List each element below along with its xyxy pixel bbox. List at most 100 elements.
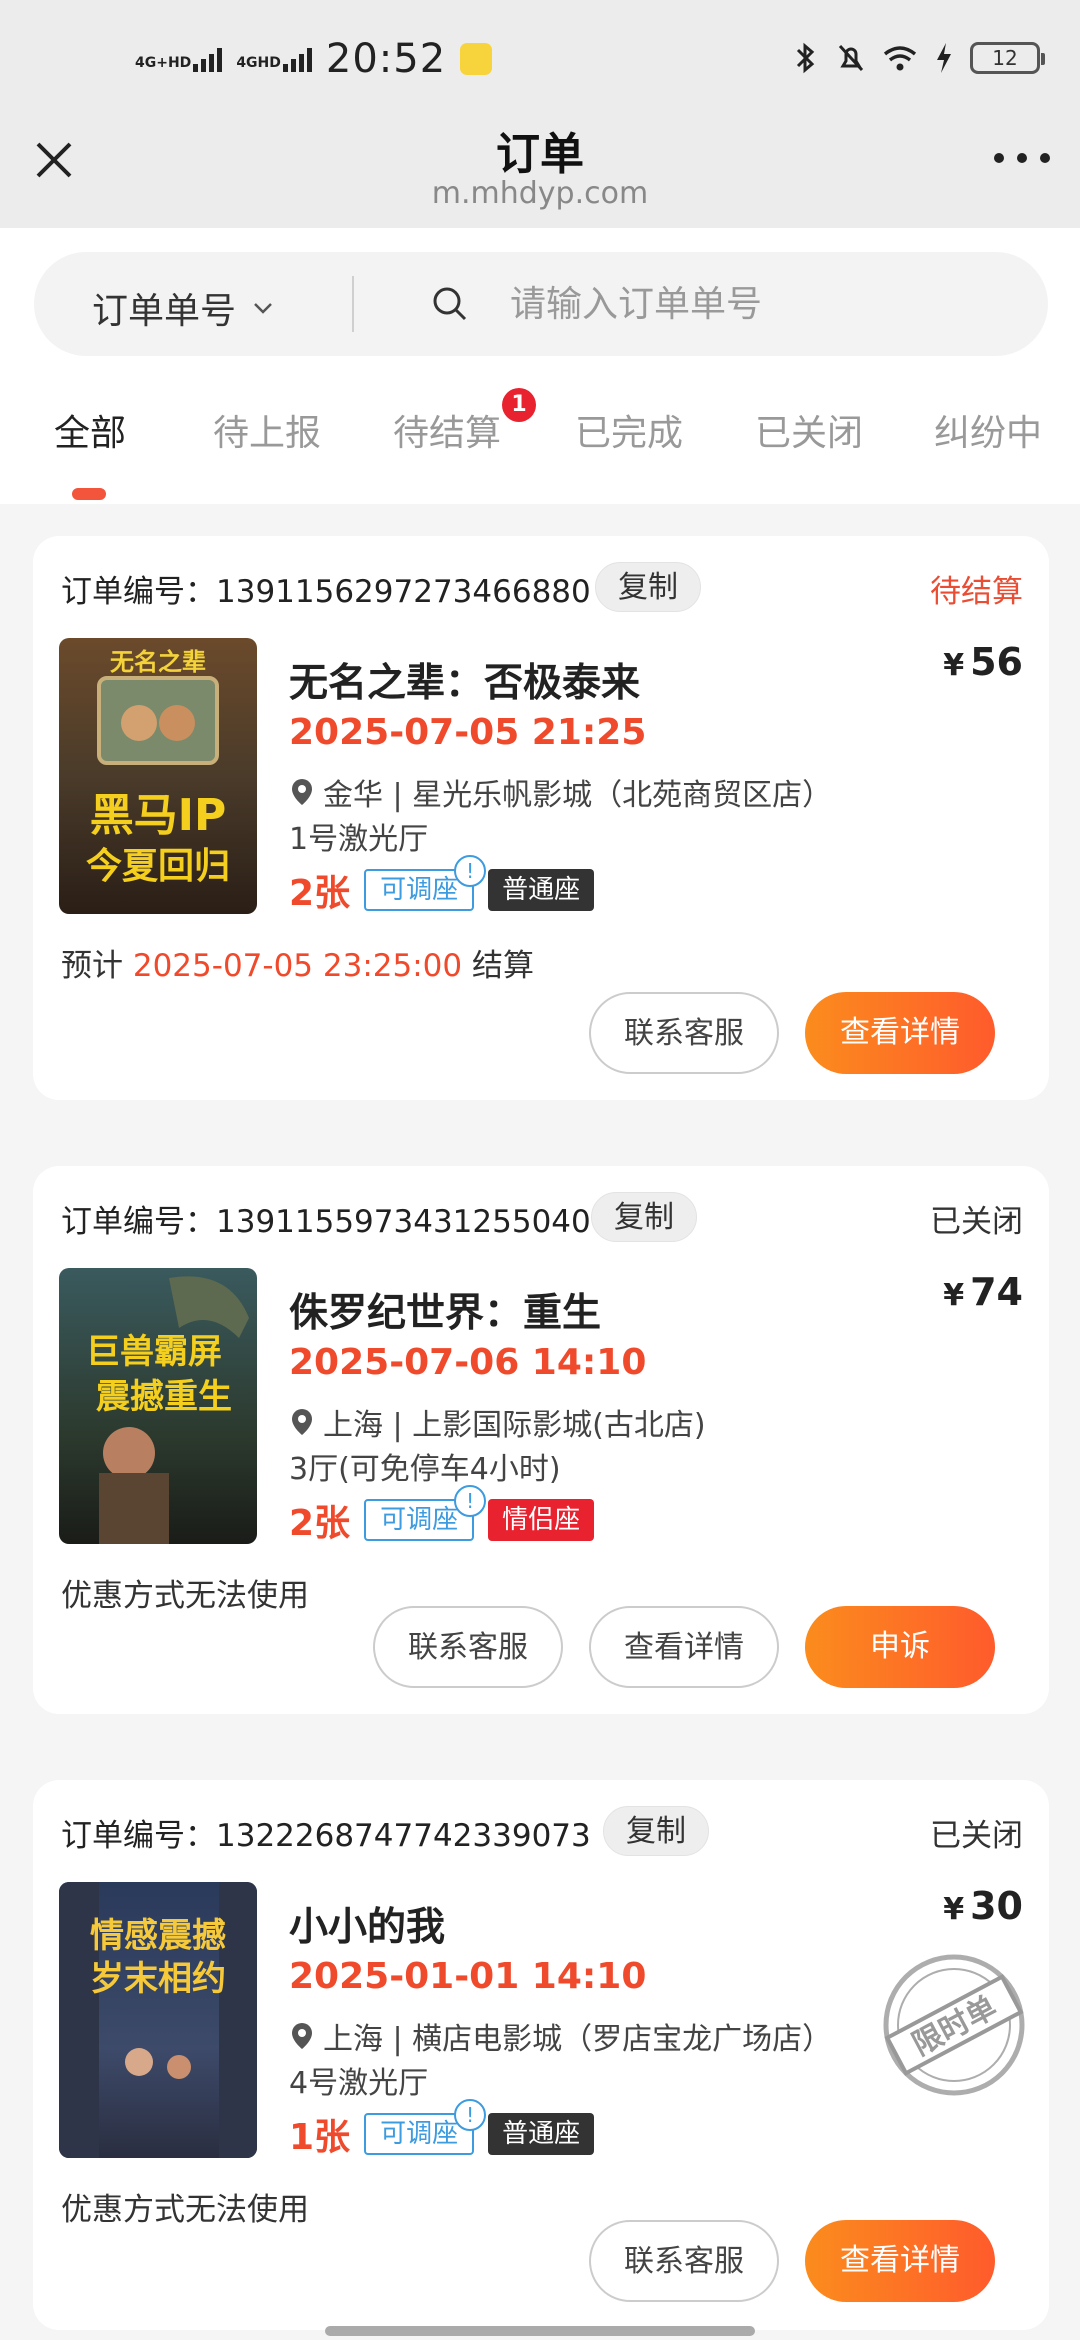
order-number: 订单编号：1322268747742339073 [61,1818,591,1854]
location-text: 上海 | 上影国际影城(古北店) [323,1408,706,1443]
copy-button[interactable]: 复制 [595,562,701,612]
status-bar: 4G+HD 4GHD 20:52 12 [0,0,1080,118]
more-options-icon[interactable] [994,148,1050,168]
order-price: ¥74 [943,1270,1023,1314]
order-number-input[interactable] [510,274,1010,334]
ticket-count: 1张 [289,2117,351,2158]
showtime: 2025-07-05 21:25 [289,712,647,753]
discount-note: 优惠方式无法使用 [61,1578,309,1614]
info-icon[interactable]: ! [454,855,487,887]
seat-type-tag: 普通座 [488,869,595,911]
poster-slogan-1: 情感震撼 [90,1916,226,1956]
settlement-time: 2025-07-05 23:25:00 [132,948,463,984]
location-pin-icon [292,2023,312,2049]
movie-title: 小小的我 [289,1905,446,1950]
adjustable-seat-tag[interactable]: 可调座! [364,855,487,911]
poster-title: 无名之辈 [110,648,206,676]
order-status: 已关闭 [930,1204,1023,1240]
poster-slogan-2: 今夏回归 [86,846,230,887]
adjustable-seat-label: 可调座 [380,2119,459,2149]
ticket-count: 2张 [289,873,351,914]
seat-type-tag: 情侣座 [488,1499,595,1541]
info-icon[interactable]: ! [454,2099,487,2131]
seat-type-tag: 普通座 [488,2113,595,2155]
contact-service-button[interactable]: 联系客服 [373,1606,563,1688]
wifi-icon [883,46,917,71]
tab-pending-settlement[interactable]: 待结算 [393,404,501,456]
hall-name: 3厅(可免停车4小时) [289,1452,561,1487]
order-number: 订单编号：1391156297273466880 [61,574,591,610]
mute-bell-icon [838,44,864,72]
network-label-2: 4GHD [236,55,281,71]
hall-name: 1号激光厅 [289,822,429,857]
home-indicator[interactable] [325,2326,755,2336]
location-text: 上海 | 横店电影城（罗店宝龙广场店） [323,2022,833,2057]
adjustable-seat-tag[interactable]: 可调座! [364,1485,487,1541]
appeal-button[interactable]: 申诉 [805,1606,995,1688]
order-tabs: 全部 待上报 待结算 1 已完成 已关闭 纠纷中 [0,388,1080,504]
bluetooth-icon [796,42,815,74]
note-suffix: 结算 [462,948,534,984]
movie-poster[interactable]: 情感震撼 岁末相约 [59,1882,257,2158]
view-details-button[interactable]: 查看详情 [805,2220,995,2302]
currency-symbol: ¥ [943,1278,965,1313]
location-pin-icon [292,1409,312,1435]
search-icon [433,287,467,321]
contact-service-button[interactable]: 联系客服 [589,992,779,1074]
adjustable-seat-tag[interactable]: 可调座! [364,2099,487,2155]
showtime: 2025-01-01 14:10 [289,1956,647,1997]
tab-pending-report[interactable]: 待上报 [213,404,321,456]
poster-slogan-1: 巨兽霸屏 [86,1332,222,1372]
adjustable-seat-label: 可调座 [380,1505,459,1535]
settlement-note: 预计 2025-07-05 23:25:00 结算 [61,940,534,985]
active-tab-indicator [72,488,106,500]
order-status: 待结算 [930,574,1023,610]
showtime: 2025-07-06 14:10 [289,1342,647,1383]
page-url: m.mhdyp.com [431,176,649,211]
order-card: 订单编号：1391155973431255040 复制 已关闭 巨兽霸屏 震撼重… [33,1166,1049,1714]
network-label-1: 4G+HD [135,55,192,71]
note-prefix: 预计 [61,948,133,984]
cinema-location: 上海 | 横店电影城（罗店宝龙广场店） [289,2014,832,2058]
search-type-select[interactable]: 订单单号 [92,282,274,334]
tab-completed[interactable]: 已完成 [575,404,683,456]
view-details-button[interactable]: 查看详情 [805,992,995,1074]
currency-symbol: ¥ [943,1892,965,1927]
copy-button[interactable]: 复制 [603,1806,709,1856]
poster-slogan-2: 岁末相约 [90,1959,226,1999]
ticket-info: 1张 可调座! 普通座 [289,2099,595,2160]
order-status: 已关闭 [930,1818,1023,1854]
clock: 20:52 [325,36,447,82]
view-details-button[interactable]: 查看详情 [589,1606,779,1688]
poster-slogan-2: 震撼重生 [96,1377,232,1417]
ticket-info: 2张 可调座! 情侣座 [289,1485,595,1546]
cinema-location: 金华 | 星光乐帆影城（北苑商贸区店） [289,770,832,814]
movie-title: 侏罗纪世界：重生 [289,1291,602,1336]
price-value: 74 [970,1270,1023,1314]
chevron-down-icon [254,303,272,314]
tab-closed[interactable]: 已关闭 [755,404,863,456]
info-icon[interactable]: ! [454,1485,487,1517]
order-price: ¥30 [943,1884,1023,1928]
title-bar: 订单 m.mhdyp.com [0,118,1080,228]
tab-badge: 1 [502,388,536,422]
tab-dispute[interactable]: 纠纷中 [934,404,1042,456]
price-value: 30 [970,1884,1023,1928]
hall-name: 4号激光厅 [289,2066,429,2101]
cinema-location: 上海 | 上影国际影城(古北店) [289,1400,706,1444]
ticket-count: 2张 [289,1503,351,1544]
signal-icon-2: 4GHD [236,46,312,72]
copy-button[interactable]: 复制 [591,1192,697,1242]
location-text: 金华 | 星光乐帆影城（北苑商贸区店） [323,778,833,813]
contact-service-button[interactable]: 联系客服 [589,2220,779,2302]
search-type-label: 订单单号 [92,291,237,332]
order-number: 订单编号：1391155973431255040 [61,1204,591,1240]
movie-poster[interactable]: 巨兽霸屏 震撼重生 [59,1268,257,1544]
battery-indicator: 12 [970,42,1045,74]
tab-all[interactable]: 全部 [54,404,126,456]
search-divider [352,276,354,332]
price-value: 56 [970,640,1023,684]
order-card: 订单编号：1391156297273466880 复制 待结算 无名之辈 黑马I… [33,536,1049,1100]
adjustable-seat-label: 可调座 [380,875,459,905]
movie-poster[interactable]: 无名之辈 黑马IP 今夏回归 [59,638,257,914]
